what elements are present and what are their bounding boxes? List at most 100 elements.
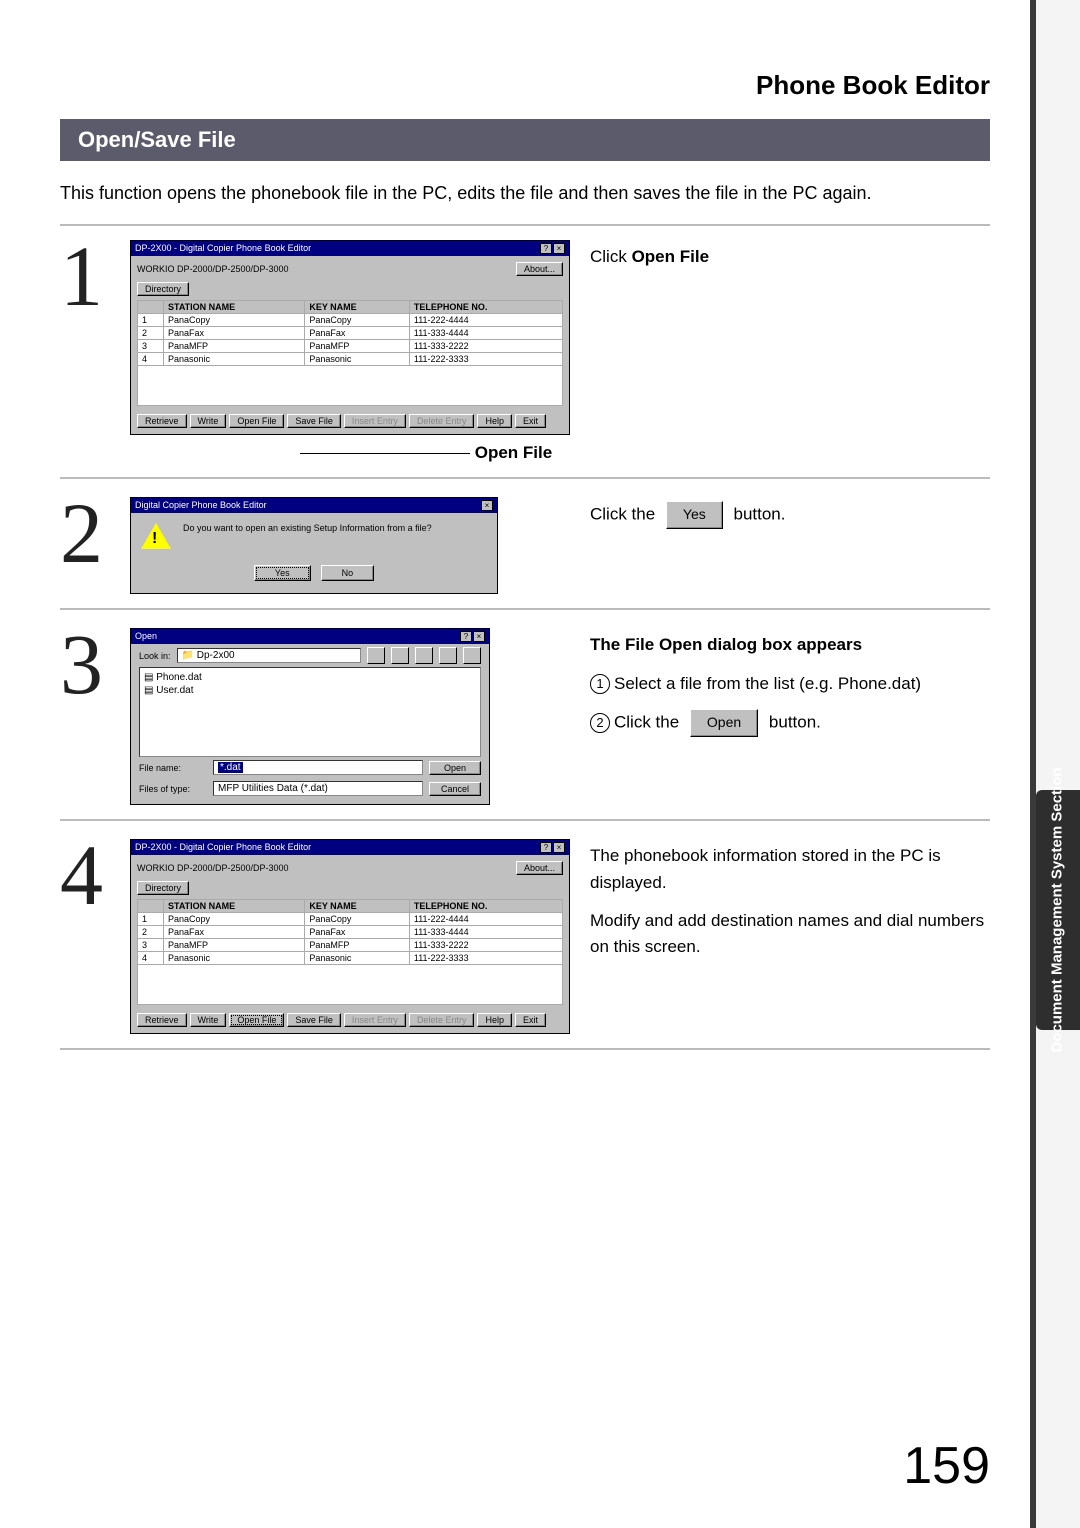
table-cell: PanaCopy: [305, 314, 410, 327]
up-folder-icon[interactable]: [391, 647, 409, 664]
table-cell: 111-333-2222: [409, 939, 562, 952]
filetype-select[interactable]: MFP Utilities Data (*.dat): [213, 781, 423, 796]
window-title: DP-2X00 - Digital Copier Phone Book Edit…: [135, 243, 311, 254]
step-number: 3: [60, 626, 130, 703]
table-cell: Panasonic: [305, 353, 410, 366]
write-button[interactable]: Write: [190, 414, 227, 428]
yes-button[interactable]: Yes: [254, 565, 311, 581]
table-cell: 2: [138, 327, 164, 340]
open-dialog: Open ?× Look in: 📁 Dp-2x00 ▤ Phone.dat ▤…: [130, 628, 490, 805]
open-file-button[interactable]: Open File: [229, 414, 284, 428]
exit-button[interactable]: Exit: [515, 1013, 546, 1027]
col-key: KEY NAME: [305, 900, 410, 913]
step-2-row: 2 Digital Copier Phone Book Editor × ! D…: [60, 483, 990, 610]
open-button[interactable]: Open: [429, 761, 481, 775]
list-view-icon[interactable]: [439, 647, 457, 664]
dropdown-icon[interactable]: [367, 647, 385, 664]
table-cell: Panasonic: [164, 353, 305, 366]
tab-directory[interactable]: Directory: [137, 282, 189, 296]
table-cell: 111-222-4444: [409, 913, 562, 926]
about-button[interactable]: About...: [516, 861, 563, 875]
col-tel: TELEPHONE NO.: [409, 900, 562, 913]
help-icon[interactable]: ?: [460, 631, 472, 642]
app-window-step4: DP-2X00 - Digital Copier Phone Book Edit…: [130, 839, 570, 1034]
retrieve-button[interactable]: Retrieve: [137, 1013, 187, 1027]
help-button[interactable]: Help: [477, 414, 512, 428]
close-icon[interactable]: ×: [481, 500, 493, 511]
cancel-button[interactable]: Cancel: [429, 782, 481, 796]
step-number: 4: [60, 837, 130, 914]
table-cell: 111-222-4444: [409, 314, 562, 327]
close-icon[interactable]: ×: [553, 243, 565, 254]
step4-p1: The phonebook information stored in the …: [590, 843, 990, 896]
close-icon[interactable]: ×: [473, 631, 485, 642]
table-cell: 111-333-4444: [409, 926, 562, 939]
table-cell: Panasonic: [305, 952, 410, 965]
retrieve-button[interactable]: Retrieve: [137, 414, 187, 428]
warning-icon: !: [141, 523, 171, 549]
dialog-title: Open: [135, 631, 157, 642]
step-3-row: 3 Open ?× Look in: 📁 Dp-2x00 ▤ Phone.: [60, 614, 990, 821]
section-header: Open/Save File: [60, 119, 990, 161]
filename-input[interactable]: *.dat: [213, 760, 423, 775]
filename-label: File name:: [139, 763, 207, 773]
table-cell: PanaMFP: [305, 340, 410, 353]
step3-line2: 2Click the Open button.: [590, 709, 990, 737]
insert-entry-button[interactable]: Insert Entry: [344, 1013, 406, 1027]
app-window-step1: DP-2X00 - Digital Copier Phone Book Edit…: [130, 240, 570, 435]
intro-text: This function opens the phonebook file i…: [60, 181, 990, 206]
phonebook-table: STATION NAME KEY NAME TELEPHONE NO. 1Pan…: [137, 300, 563, 366]
help-icon[interactable]: ?: [540, 243, 552, 254]
save-file-button[interactable]: Save File: [287, 414, 341, 428]
delete-entry-button[interactable]: Delete Entry: [409, 1013, 475, 1027]
table-cell: 4: [138, 952, 164, 965]
table-cell: 3: [138, 340, 164, 353]
about-button[interactable]: About...: [516, 262, 563, 276]
col-tel: TELEPHONE NO.: [409, 301, 562, 314]
step-number: 1: [60, 238, 130, 315]
phonebook-table: STATION NAME KEY NAME TELEPHONE NO. 1Pan…: [137, 899, 563, 965]
table-cell: 1: [138, 913, 164, 926]
close-icon[interactable]: ×: [553, 842, 565, 853]
write-button[interactable]: Write: [190, 1013, 227, 1027]
help-icon[interactable]: ?: [540, 842, 552, 853]
tab-directory[interactable]: Directory: [137, 881, 189, 895]
step2-desc: Click the Yes button.: [590, 501, 990, 529]
open-button-inline: Open: [690, 709, 758, 737]
open-file-button[interactable]: Open File: [229, 1013, 284, 1027]
new-folder-icon[interactable]: [415, 647, 433, 664]
col-station: STATION NAME: [164, 301, 305, 314]
section-side-tab: Document Management System Section: [1036, 790, 1080, 1030]
detail-view-icon[interactable]: [463, 647, 481, 664]
table-cell: PanaCopy: [164, 913, 305, 926]
yes-button-inline: Yes: [666, 501, 723, 529]
table-cell: 3: [138, 939, 164, 952]
lookin-field[interactable]: 📁 Dp-2x00: [177, 648, 361, 663]
no-button[interactable]: No: [321, 565, 375, 581]
step3-heading: The File Open dialog box appears: [590, 635, 862, 654]
file-list[interactable]: ▤ Phone.dat ▤ User.dat: [139, 667, 481, 757]
table-cell: 111-222-3333: [409, 952, 562, 965]
window-title: DP-2X00 - Digital Copier Phone Book Edit…: [135, 842, 311, 853]
table-cell: PanaMFP: [305, 939, 410, 952]
save-file-button[interactable]: Save File: [287, 1013, 341, 1027]
col-station: STATION NAME: [164, 900, 305, 913]
step-4-row: 4 DP-2X00 - Digital Copier Phone Book Ed…: [60, 825, 990, 1050]
delete-entry-button[interactable]: Delete Entry: [409, 414, 475, 428]
file-item[interactable]: ▤ Phone.dat: [144, 672, 476, 683]
table-cell: PanaFax: [164, 327, 305, 340]
insert-entry-button[interactable]: Insert Entry: [344, 414, 406, 428]
help-button[interactable]: Help: [477, 1013, 512, 1027]
window-subtitle: WORKIO DP-2000/DP-2500/DP-3000: [137, 264, 289, 274]
step-number: 2: [60, 495, 130, 572]
exit-button[interactable]: Exit: [515, 414, 546, 428]
table-cell: 4: [138, 353, 164, 366]
table-cell: 111-333-4444: [409, 327, 562, 340]
table-cell: 111-333-2222: [409, 340, 562, 353]
file-item[interactable]: ▤ User.dat: [144, 685, 476, 696]
step3-line1: 1Select a file from the list (e.g. Phone…: [590, 671, 990, 697]
col-key: KEY NAME: [305, 301, 410, 314]
confirm-dialog: Digital Copier Phone Book Editor × ! Do …: [130, 497, 498, 594]
step1-desc: Click Open File: [590, 244, 990, 270]
table-cell: Panasonic: [164, 952, 305, 965]
